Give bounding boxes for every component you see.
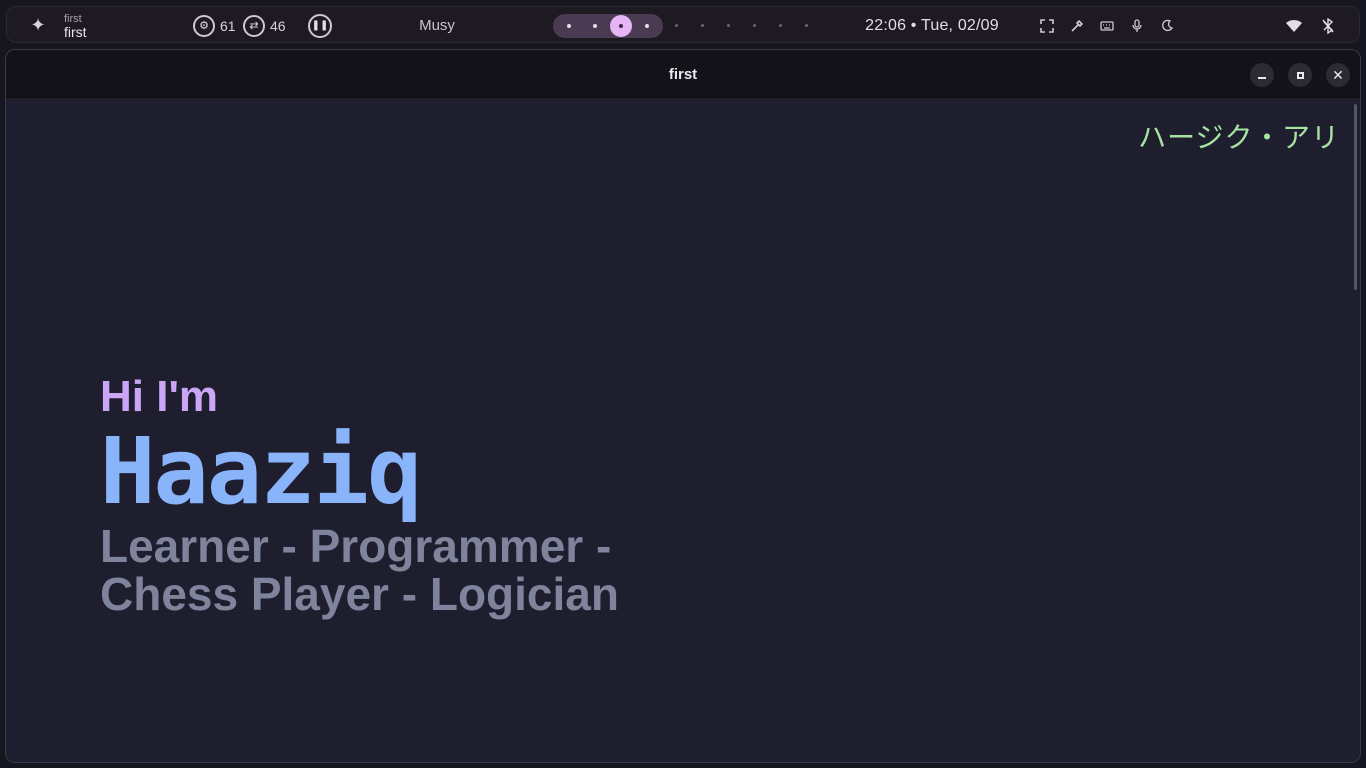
workspace-1[interactable] <box>556 14 582 38</box>
maximize-icon <box>1296 71 1304 79</box>
media-play-pause-button[interactable]: ❚❚ <box>308 7 332 44</box>
hero-section: Hi I'm Haaziq Learner - Programmer - Che… <box>100 370 740 618</box>
media-title[interactable]: Musy <box>387 7 487 44</box>
pause-icon: ❚❚ <box>308 13 332 38</box>
maximize-button[interactable] <box>1288 63 1312 87</box>
system-tray <box>1283 7 1339 44</box>
greeting: Hi I'm <box>100 372 219 421</box>
workspace-10[interactable] <box>793 14 819 38</box>
top-bar: ✦ first first ⚙ 61 ⇄ 46 ❚❚ Musy 22:06 • … <box>6 6 1360 43</box>
window-title: first <box>668 65 698 83</box>
swap-icon: ⇄ <box>243 14 265 37</box>
active-window-class: first <box>64 12 82 25</box>
swap-usage[interactable]: ⇄ 46 <box>243 7 286 44</box>
bluetooth-off-icon[interactable] <box>1317 15 1339 37</box>
minimize-icon <box>1258 77 1266 79</box>
hero-name: Haaziq <box>100 418 422 525</box>
workspace-7[interactable] <box>715 14 741 38</box>
clock[interactable]: 22:06 • Tue, 02/09 <box>857 7 1007 44</box>
keyboard-icon[interactable] <box>1097 16 1117 36</box>
swap-value: 46 <box>270 17 286 34</box>
close-button[interactable]: ✕ <box>1326 63 1350 87</box>
active-window-info: first first <box>64 7 87 44</box>
night-light-icon[interactable] <box>1157 16 1177 36</box>
close-icon: ✕ <box>1332 66 1344 83</box>
workspace-5[interactable] <box>663 14 689 38</box>
minimize-button[interactable] <box>1250 63 1274 87</box>
scrollbar[interactable] <box>1354 104 1357 290</box>
workspace-4[interactable] <box>634 14 660 38</box>
sparkle-icon: ✦ <box>30 15 46 35</box>
occupied-workspaces <box>553 13 663 38</box>
page-content: ハージク・アリ Hi I'm Haaziq Learner - Programm… <box>6 98 1360 762</box>
utility-buttons <box>1037 7 1177 44</box>
cpu-usage[interactable]: ⚙ 61 <box>193 7 236 44</box>
cpu-icon: ⚙ <box>193 14 215 37</box>
window-titlebar[interactable]: first ✕ <box>6 50 1360 98</box>
japanese-name: ハージク・アリ <box>1138 121 1340 154</box>
workspace-switcher <box>553 7 819 44</box>
workspace-3-active[interactable] <box>608 14 634 38</box>
workspace-8[interactable] <box>741 14 767 38</box>
launcher-button[interactable]: ✦ <box>27 7 49 44</box>
color-picker-icon[interactable] <box>1067 16 1087 36</box>
workspace-6[interactable] <box>689 14 715 38</box>
tagline: Learner - Programmer - Chess Player - Lo… <box>100 520 619 620</box>
wifi-icon[interactable] <box>1283 15 1305 37</box>
app-window: first ✕ ハージク・アリ Hi I'm Haaziq Learner - … <box>5 49 1361 763</box>
microphone-icon[interactable] <box>1127 16 1147 36</box>
workspace-9[interactable] <box>767 14 793 38</box>
cpu-value: 61 <box>220 17 236 34</box>
workspace-2[interactable] <box>582 14 608 38</box>
screenshot-region-icon[interactable] <box>1037 16 1057 36</box>
active-window-title: first <box>64 23 87 40</box>
